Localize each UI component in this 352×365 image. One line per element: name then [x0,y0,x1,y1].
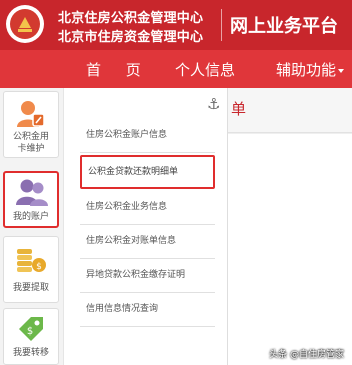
menu-item-credit-query[interactable]: 信用信息情况查询 [80,292,215,327]
emblem-logo [6,5,44,43]
coins-icon: $ [17,249,46,272]
tag-icon: $ [19,317,43,341]
site-title: 网上业务平台 [230,16,338,37]
chevron-down-icon [338,68,345,73]
svg-text:$: $ [36,262,42,272]
header: 北京住房公积金管理中心 北京市住房资金管理中心 网上业务平台 [0,0,352,50]
sidebar-item-card-maintenance[interactable]: 公积金用 卡维护 [3,91,59,158]
menu-item-label: 住房公积金业务信息 [86,202,168,212]
org-name-line1: 北京住房公积金管理中心 [58,11,204,26]
tab-label-partial[interactable]: 单 [231,98,246,119]
menu-item-label: 信用信息情况查询 [86,304,159,314]
sidebar-item-transfer[interactable]: $ 我要转移 [3,308,59,365]
user-card-icon [17,101,45,127]
menu-item-loan-repayment[interactable]: 公积金贷款还款明细单 [80,155,215,189]
sidebar: 公积金用 卡维护 我的账户 $ 我要提取 $ 我要转移 [0,88,63,365]
sidebar-item-withdraw[interactable]: $ 我要提取 [3,236,59,303]
menu-item-label: 住房公积金对账单信息 [86,236,177,246]
nav-personal-info[interactable]: 个人信息 [175,59,235,80]
sidebar-item-label: 公积金用 卡维护 [12,132,49,154]
sidebar-item-label: 我的账户 [12,212,49,222]
dropdown-menu: ⚓ 住房公积金账户信息 公积金贷款还款明细单 住房公积金业务信息 住房公积金对账… [63,88,228,365]
menu-item-account-info[interactable]: 住房公积金账户信息 [80,118,215,153]
nav-auxiliary-label: 辅助功能 [276,61,337,79]
menu-item-label: 异地贷款公积金缴存证明 [86,270,186,280]
menu-item-business-info[interactable]: 住房公积金业务信息 [80,190,215,225]
sidebar-item-my-account[interactable]: 我的账户 [3,171,59,228]
org-name-line2: 北京市住房资金管理中心 [58,30,204,45]
header-divider [221,9,222,41]
menu-item-offsite-loan-proof[interactable]: 异地贷款公积金缴存证明 [80,258,215,293]
sidebar-item-label: 我要提取 [12,283,49,293]
tab-strip: 单 [228,88,352,133]
menu-item-label: 住房公积金账户信息 [86,130,168,140]
menu-item-label: 公积金贷款还款明细单 [88,167,179,177]
nav-home[interactable]: 首 页 [86,59,151,80]
menu-item-statement-info[interactable]: 住房公积金对账单信息 [80,224,215,259]
svg-text:$: $ [27,326,33,337]
content-panel [228,134,352,365]
users-icon [16,179,48,206]
content-area: 单 ⚓ 住房公积金账户信息 公积金贷款还款明细单 住房公积金业务信息 住房公积金… [63,88,352,365]
sidebar-item-label: 我要转移 [12,348,49,358]
anchor-icon[interactable]: ⚓ [207,95,220,113]
main-nav: 首 页 个人信息 辅助功能 [0,50,352,88]
nav-auxiliary[interactable]: 辅助功能 [276,59,345,80]
watermark: 头条 @自住房管家 [269,350,344,360]
